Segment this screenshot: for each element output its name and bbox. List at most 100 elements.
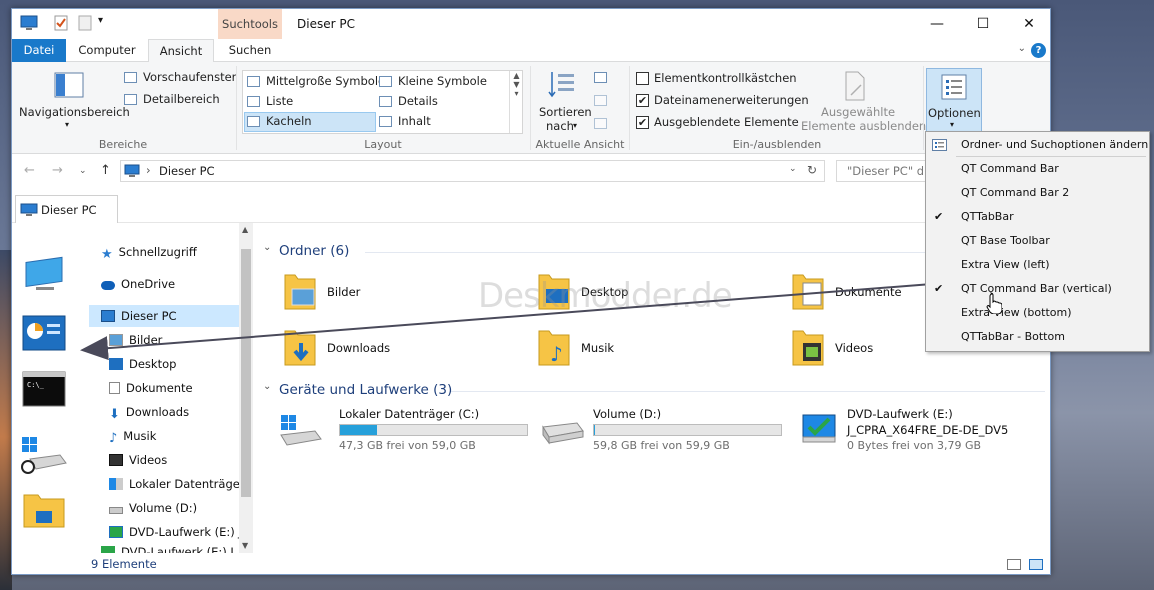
- group-by-icon[interactable]: [594, 72, 607, 83]
- control-panel-icon[interactable]: [22, 315, 66, 351]
- menu-qttabbar-bottom[interactable]: QTTabBar - Bottom: [961, 330, 1065, 343]
- customize-toolbar-icon[interactable]: ▾: [98, 15, 103, 26]
- scroll-up-icon[interactable]: ▲: [242, 225, 248, 234]
- nav-schnellzugriff[interactable]: ★ Schnellzugriff: [101, 241, 197, 263]
- properties-icon[interactable]: [52, 14, 70, 32]
- folder-dokumente[interactable]: Dokumente: [835, 285, 902, 299]
- maximize-button[interactable]: ☐: [960, 9, 1006, 39]
- optionen-button[interactable]: Optionen ▾: [926, 68, 982, 132]
- nav-desktop[interactable]: Desktop: [109, 353, 176, 375]
- layout-liste[interactable]: Liste: [266, 94, 293, 108]
- nav-dokumente[interactable]: Dokumente: [109, 377, 193, 399]
- scroll-down-icon[interactable]: ▼: [242, 541, 248, 550]
- collapse-chevron-icon[interactable]: ⌄: [263, 381, 271, 392]
- section-geraete-laufwerke[interactable]: Geräte und Laufwerke (3): [279, 382, 452, 398]
- close-button[interactable]: ✕: [1006, 9, 1050, 39]
- menu-qttabbar[interactable]: QTTabBar: [961, 210, 1014, 223]
- documents-icon: [109, 382, 120, 394]
- videos-icon: [109, 454, 123, 466]
- file-explorer-icon[interactable]: [22, 489, 66, 529]
- layout-mittelgrosse-symbole[interactable]: Mittelgroße Symbole: [266, 74, 385, 88]
- details-view-icon[interactable]: [1007, 559, 1021, 570]
- chevron-down-icon[interactable]: ▾: [65, 120, 69, 129]
- folder-bilder[interactable]: Bilder: [327, 285, 360, 299]
- menu-ordner-suchoptionen[interactable]: Ordner- und Suchoptionen ändern: [961, 138, 1148, 151]
- layout-details[interactable]: Details: [398, 94, 438, 108]
- drive-e-name[interactable]: DVD-Laufwerk (E:): [847, 407, 953, 421]
- fit-columns-icon[interactable]: [594, 118, 607, 129]
- nav-dvd-laufwerk-2[interactable]: DVD-Laufwerk (E:) J_C: [101, 545, 248, 553]
- breadcrumb-dieser-pc[interactable]: Dieser PC: [159, 164, 215, 178]
- folder-downloads[interactable]: Downloads: [327, 341, 390, 355]
- sortieren-button[interactable]: Sortieren: [539, 105, 592, 119]
- drive-c-name[interactable]: Lokaler Datenträger (C:): [339, 407, 479, 421]
- nav-lokaler-datentraeger[interactable]: Lokaler Datenträger: [109, 473, 245, 495]
- detailbereich-button[interactable]: Detailbereich: [143, 92, 220, 106]
- computer-icon: [20, 203, 38, 216]
- nav-videos[interactable]: Videos: [109, 449, 167, 471]
- navigation-pane-icon[interactable]: [54, 72, 84, 98]
- menu-qt-base-toolbar[interactable]: QT Base Toolbar: [961, 234, 1050, 247]
- breadcrumb-chevron-icon[interactable]: ›: [146, 163, 151, 177]
- add-columns-icon[interactable]: [594, 95, 607, 106]
- checkbox-ausgeblendete-elemente[interactable]: ✔: [636, 116, 649, 129]
- checkbox-dateinamenerweiterungen[interactable]: ✔: [636, 94, 649, 107]
- nav-musik[interactable]: ♪ Musik: [109, 425, 156, 447]
- ausgewaehlte-label[interactable]: Ausgewählte: [821, 105, 895, 119]
- section-ordner[interactable]: Ordner (6): [279, 243, 349, 259]
- sort-icon[interactable]: [548, 70, 576, 100]
- qttab-dieser-pc[interactable]: Dieser PC: [15, 195, 118, 223]
- tab-computer[interactable]: Computer: [71, 39, 143, 62]
- nav-bilder[interactable]: Bilder: [109, 329, 162, 351]
- layout-kleine-symbole[interactable]: Kleine Symbole: [398, 74, 487, 88]
- computer-icon[interactable]: [22, 253, 66, 297]
- address-bar[interactable]: › Dieser PC ⌄ ↻: [120, 160, 825, 182]
- tab-suchen[interactable]: Suchen: [218, 39, 282, 62]
- nav-onedrive[interactable]: OneDrive: [101, 273, 175, 295]
- tab-ansicht[interactable]: Ansicht: [148, 39, 214, 63]
- ribbon-collapse-icon[interactable]: ⌄: [1018, 43, 1026, 54]
- menu-extra-view-bottom[interactable]: Extra View (bottom): [961, 306, 1072, 319]
- refresh-icon[interactable]: ↻: [807, 163, 817, 177]
- up-icon[interactable]: ↑: [100, 163, 111, 178]
- nav-volume-d[interactable]: Volume (D:): [109, 497, 197, 519]
- folder-musik[interactable]: Musik: [581, 341, 614, 355]
- command-prompt-icon[interactable]: C:\_: [22, 371, 66, 407]
- collapse-chevron-icon[interactable]: ⌄: [263, 242, 271, 253]
- tab-datei[interactable]: Datei: [12, 39, 66, 62]
- nav-scrollbar-thumb[interactable]: [241, 249, 251, 497]
- layout-inhalt[interactable]: Inhalt: [398, 114, 431, 128]
- layout-kacheln[interactable]: Kacheln: [266, 114, 312, 128]
- svg-text:♪: ♪: [550, 342, 563, 366]
- minimize-button[interactable]: —: [914, 9, 960, 39]
- layout-scroll[interactable]: ▲ ▼ ▾: [509, 71, 523, 133]
- medium-icons-icon: [247, 76, 260, 87]
- menu-qt-command-bar-2[interactable]: QT Command Bar 2: [961, 186, 1069, 199]
- help-icon[interactable]: ?: [1031, 43, 1046, 58]
- downloads-folder-icon: [284, 330, 316, 366]
- menu-qt-command-bar-vertical[interactable]: QT Command Bar (vertical): [961, 282, 1112, 295]
- svg-text:C:\_: C:\_: [27, 381, 45, 389]
- computer-icon[interactable]: [20, 14, 38, 32]
- drive-d-name[interactable]: Volume (D:): [593, 407, 661, 421]
- drive-c-free: 47,3 GB frei von 59,0 GB: [339, 439, 476, 452]
- tiles-view-icon[interactable]: [1029, 559, 1043, 570]
- folder-videos[interactable]: Videos: [835, 341, 873, 355]
- checkbox-elementkontrollkaestchen[interactable]: [636, 72, 649, 85]
- menu-extra-view-left[interactable]: Extra View (left): [961, 258, 1050, 271]
- hide-selected-icon[interactable]: [843, 71, 867, 101]
- vorschaufenster-button[interactable]: Vorschaufenster: [143, 70, 236, 84]
- navigationsbereich-button[interactable]: Navigationsbereich: [19, 105, 130, 119]
- nav-dieser-pc[interactable]: Dieser PC: [89, 305, 247, 327]
- back-icon[interactable]: ←: [24, 163, 35, 178]
- disk-cleanup-icon[interactable]: [20, 435, 68, 475]
- elemente-ausblenden-label[interactable]: Elemente ausblenden: [801, 119, 926, 133]
- nav-dvd-laufwerk[interactable]: DVD-Laufwerk (E:) J_: [109, 521, 248, 543]
- address-dropdown-icon[interactable]: ⌄: [789, 164, 797, 174]
- forward-icon[interactable]: →: [52, 163, 63, 178]
- drive-icon: [109, 507, 123, 514]
- recent-locations-icon[interactable]: ⌄: [79, 166, 87, 176]
- new-folder-icon[interactable]: [76, 14, 94, 32]
- menu-qt-command-bar[interactable]: QT Command Bar: [961, 162, 1059, 175]
- nav-downloads[interactable]: ⬇ Downloads: [109, 401, 189, 423]
